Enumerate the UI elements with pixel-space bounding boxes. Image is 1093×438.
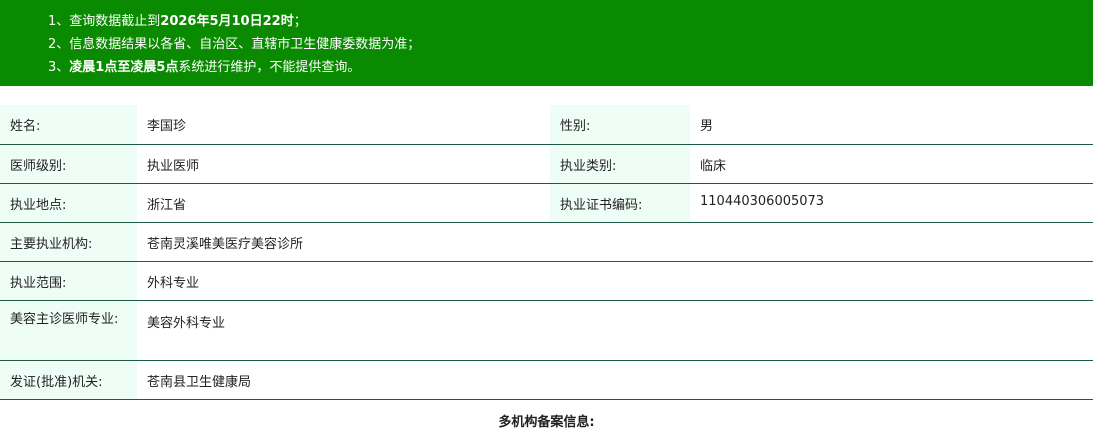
notice-banner: 1、查询数据截止到2026年5月10日22时； 2、信息数据结果以各省、自治区、… [0, 0, 1093, 86]
location-value: 浙江省 [137, 183, 550, 223]
institution-label: 主要执业机构: [0, 222, 137, 262]
row-name-gender: 姓名: 李国珍 性别: 男 [0, 105, 1093, 145]
name-label: 姓名: [0, 105, 137, 145]
beauty-specialty-label: 美容主诊医师专业: [0, 300, 137, 361]
notice-line-1: 1、查询数据截止到2026年5月10日22时； [48, 14, 307, 29]
certificate-value: 110440306005073 [690, 183, 1093, 223]
category-value: 临床 [690, 144, 1093, 184]
multi-institution-title: 多机构备案信息: [498, 414, 595, 430]
authority-label: 发证(批准)机关: [0, 360, 137, 400]
cutoff-time: 2026年5月10日22时 [160, 14, 294, 29]
row-institution: 主要执业机构: 苍南灵溪唯美医疗美容诊所 [0, 222, 1093, 262]
name-value: 李国珍 [137, 105, 550, 145]
notice-line-2: 2、信息数据结果以各省、自治区、直辖市卫生健康委数据为准； [48, 37, 421, 52]
notice-line-3: 3、凌晨1点至凌晨5点系统进行维护，不能提供查询。 [48, 60, 361, 75]
certificate-label: 执业证书编码: [550, 183, 690, 223]
row-level-category: 医师级别: 执业医师 执业类别: 临床 [0, 144, 1093, 184]
row-authority: 发证(批准)机关: 苍南县卫生健康局 [0, 360, 1093, 400]
institution-value: 苍南灵溪唯美医疗美容诊所 [137, 222, 1093, 262]
level-value: 执业医师 [137, 144, 550, 184]
maintenance-window: 凌晨1点至凌晨5点 [69, 60, 179, 75]
gender-value: 男 [690, 105, 1093, 145]
row-beauty-specialty: 美容主诊医师专业: 美容外科专业 [0, 300, 1093, 361]
location-label: 执业地点: [0, 183, 137, 223]
gender-label: 性别: [550, 105, 690, 145]
row-scope: 执业范围: 外科专业 [0, 261, 1093, 301]
level-label: 医师级别: [0, 144, 137, 184]
category-label: 执业类别: [550, 144, 690, 184]
scope-label: 执业范围: [0, 261, 137, 301]
doctor-info-table: 姓名: 李国珍 性别: 男 医师级别: 执业医师 执业类别: 临床 执业地点: … [0, 105, 1093, 400]
authority-value: 苍南县卫生健康局 [137, 360, 1093, 400]
row-location-certificate: 执业地点: 浙江省 执业证书编码: 110440306005073 [0, 183, 1093, 223]
scope-value: 外科专业 [137, 261, 1093, 301]
beauty-specialty-value: 美容外科专业 [137, 300, 1093, 361]
